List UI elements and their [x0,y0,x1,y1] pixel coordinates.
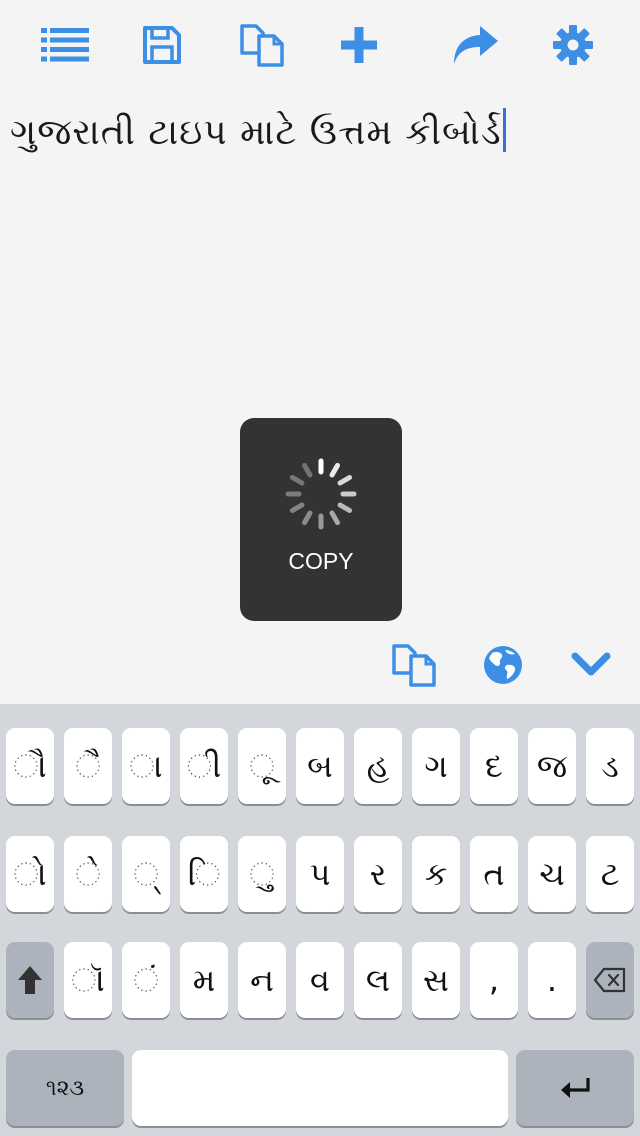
key[interactable]: ર [354,836,402,912]
key[interactable]: બ [296,728,344,804]
key[interactable]: ુ [238,836,286,912]
key[interactable]: . [528,942,576,1018]
copy-button[interactable] [237,20,287,70]
editor-text: ગુજરાતી ટાઇપ માટે ઉત્તમ કીબોર્ડ [10,112,502,153]
key[interactable]: ન [238,942,286,1018]
language-button[interactable] [478,640,528,690]
backspace-key[interactable] [586,942,634,1018]
return-arrow-icon [561,1078,590,1098]
key[interactable]: ૌ [6,728,54,804]
key[interactable]: ૉ [64,942,112,1018]
key[interactable]: ગ [412,728,460,804]
list-icon [41,28,89,62]
copy-progress-hud: COPY [240,418,402,621]
key[interactable]: વ [296,942,344,1018]
hud-label: COPY [288,548,354,574]
gear-icon [553,25,593,65]
top-toolbar [0,0,640,88]
numbers-key[interactable]: ૧૨૩ [6,1050,124,1126]
key[interactable]: મ [180,942,228,1018]
hide-keyboard-button[interactable] [566,640,616,690]
chevron-down-icon [571,652,611,676]
key[interactable]: દ [470,728,518,804]
key[interactable]: ્ [122,836,170,912]
share-icon [454,26,498,64]
key[interactable]: ા [122,728,170,804]
key[interactable]: ો [6,836,54,912]
shift-key[interactable] [6,942,54,1018]
globe-icon [484,646,522,684]
key[interactable]: ક [412,836,460,912]
spinner-icon [285,458,357,530]
key[interactable]: સ [412,942,460,1018]
key[interactable]: લ [354,942,402,1018]
settings-button[interactable] [548,20,598,70]
key[interactable]: જ [528,728,576,804]
list-button[interactable] [40,20,90,70]
copy-icon [392,644,436,687]
save-button[interactable] [137,20,187,70]
key[interactable]: ચ [528,836,576,912]
key[interactable]: ટ [586,836,634,912]
plus-icon [341,27,377,63]
accessory-copy-button[interactable] [389,640,439,690]
key[interactable]: ે [64,836,112,912]
gujarati-keyboard: ૌ ૈ ા ી ૂ બ હ ગ દ જ ડ ો ે ્ િ ુ પ ર ક ત … [0,704,640,1136]
key[interactable]: ં [122,942,170,1018]
key[interactable]: ૂ [238,728,286,804]
add-button[interactable] [334,20,384,70]
save-icon [143,26,181,64]
editor-content[interactable]: ગુજરાતી ટાઇપ માટે ઉત્તમ કીબોર્ડ [10,108,506,154]
shift-arrow-icon [18,966,42,994]
key[interactable]: હ [354,728,402,804]
key[interactable]: ી [180,728,228,804]
key[interactable]: , [470,942,518,1018]
key[interactable]: ડ [586,728,634,804]
text-caret [502,108,506,152]
copy-icon [240,24,284,67]
space-key[interactable] [132,1050,508,1126]
key[interactable]: પ [296,836,344,912]
key[interactable]: ૈ [64,728,112,804]
key[interactable]: િ [180,836,228,912]
share-button[interactable] [450,20,500,70]
backspace-icon [594,967,626,993]
return-key[interactable] [516,1050,634,1126]
key[interactable]: ત [470,836,518,912]
